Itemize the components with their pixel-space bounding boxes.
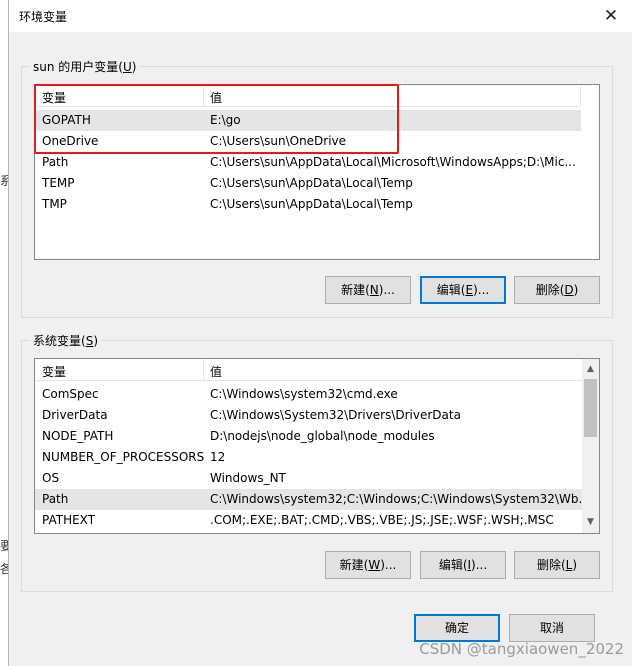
column-separator[interactable] xyxy=(203,359,204,381)
scroll-thumb[interactable] xyxy=(584,379,597,437)
variable-value: C:\Windows\System32\Drivers\DriverData xyxy=(210,408,461,422)
variable-name: PATHEXT xyxy=(42,513,96,527)
table-row[interactable]: PATHEXT .COM;.EXE;.BAT;.CMD;.VBS;.VBE;.J… xyxy=(35,510,583,531)
variable-name: TMP xyxy=(42,197,67,211)
scroll-down-icon[interactable]: ▼ xyxy=(582,514,599,531)
column-header-variable[interactable]: 变量 xyxy=(42,363,66,380)
environment-variables-dialog: 环境变量 ✕ sun 的用户变量(U) 变量 值 GOPATH E:\go On… xyxy=(8,0,632,666)
column-header-value[interactable]: 值 xyxy=(210,363,222,380)
table-row[interactable]: OneDrive C:\Users\sun\OneDrive xyxy=(35,131,581,152)
scroll-up-icon[interactable]: ▲ xyxy=(582,361,599,378)
variable-value: C:\Windows\system32;C:\Windows;C:\Window… xyxy=(210,492,590,506)
variable-name: OS xyxy=(42,471,60,485)
variable-name: GOPATH xyxy=(42,113,91,127)
table-row[interactable]: TMP C:\Users\sun\AppData\Local\Temp xyxy=(35,194,581,215)
user-variables-list[interactable]: 变量 值 GOPATH E:\go OneDrive C:\Users\sun\… xyxy=(34,84,600,260)
variable-value: .COM;.EXE;.BAT;.CMD;.VBS;.VBE;.JS;.JSE;.… xyxy=(210,513,554,527)
title-bar: 环境变量 ✕ xyxy=(9,0,632,32)
system-variables-list[interactable]: 变量 值 ComSpec C:\Windows\system32\cmd.exe… xyxy=(34,358,600,534)
variable-name: Path xyxy=(42,155,69,169)
variable-name: OneDrive xyxy=(42,134,99,148)
column-separator[interactable] xyxy=(203,85,204,107)
variable-value: C:\Users\sun\AppData\Local\Microsoft\Win… xyxy=(210,155,576,169)
close-button[interactable]: ✕ xyxy=(598,4,624,28)
table-row[interactable]: ComSpec C:\Windows\system32\cmd.exe xyxy=(35,384,583,405)
table-row[interactable]: DriverData C:\Windows\System32\Drivers\D… xyxy=(35,405,583,426)
system-edit-button[interactable]: 编辑(I)... xyxy=(420,551,506,579)
cancel-button[interactable]: 取消 xyxy=(509,614,595,642)
variable-value: C:\Users\sun\AppData\Local\Temp xyxy=(210,197,413,211)
table-row[interactable]: NODE_PATH D:\nodejs\node_global\node_mod… xyxy=(35,426,583,447)
table-row[interactable]: Path C:\Users\sun\AppData\Local\Microsof… xyxy=(35,152,599,173)
table-row[interactable]: OS Windows_NT xyxy=(35,468,583,489)
variable-name: NUMBER_OF_PROCESSORS xyxy=(42,450,205,464)
user-new-button[interactable]: 新建(N)... xyxy=(325,276,411,304)
system-new-button[interactable]: 新建(W)... xyxy=(325,551,411,579)
variable-value: E:\go xyxy=(210,113,241,127)
dialog-title: 环境变量 xyxy=(19,10,68,24)
variable-value: 12 xyxy=(210,450,226,464)
variable-value: C:\Users\sun\AppData\Local\Temp xyxy=(210,176,413,190)
user-delete-button[interactable]: 删除(D) xyxy=(514,276,600,304)
ok-button[interactable]: 确定 xyxy=(414,614,500,642)
variable-value: Windows_NT xyxy=(210,471,286,485)
column-separator[interactable] xyxy=(580,85,581,107)
list-header: 变量 值 xyxy=(35,85,581,107)
table-row[interactable]: TEMP C:\Users\sun\AppData\Local\Temp xyxy=(35,173,581,194)
column-header-variable[interactable]: 变量 xyxy=(42,89,66,106)
table-row[interactable]: NUMBER_OF_PROCESSORS 12 xyxy=(35,447,583,468)
user-edit-button[interactable]: 编辑(E)... xyxy=(420,276,506,304)
variable-value: C:\Users\sun\OneDrive xyxy=(210,134,347,148)
vertical-scrollbar[interactable]: ▲ ▼ xyxy=(582,359,599,533)
table-row[interactable]: GOPATH E:\go xyxy=(35,110,581,131)
watermark-text: CSDN @tangxiaowen_2022 xyxy=(419,640,624,658)
list-header: 变量 值 xyxy=(35,359,583,381)
column-header-value[interactable]: 值 xyxy=(210,89,222,106)
variable-name: NODE_PATH xyxy=(42,429,114,443)
system-variables-label: 系统变量(S) xyxy=(30,332,101,349)
user-variables-label: sun 的用户变量(U) xyxy=(30,58,140,75)
system-delete-button[interactable]: 删除(L) xyxy=(514,551,600,579)
variable-value: D:\nodejs\node_global\node_modules xyxy=(210,429,435,443)
table-row[interactable]: Path C:\Windows\system32;C:\Windows;C:\W… xyxy=(35,489,590,510)
variable-name: TEMP xyxy=(42,176,75,190)
variable-name: ComSpec xyxy=(42,387,99,401)
variable-name: Path xyxy=(42,492,69,506)
variable-name: DriverData xyxy=(42,408,108,422)
variable-value: C:\Windows\system32\cmd.exe xyxy=(210,387,398,401)
